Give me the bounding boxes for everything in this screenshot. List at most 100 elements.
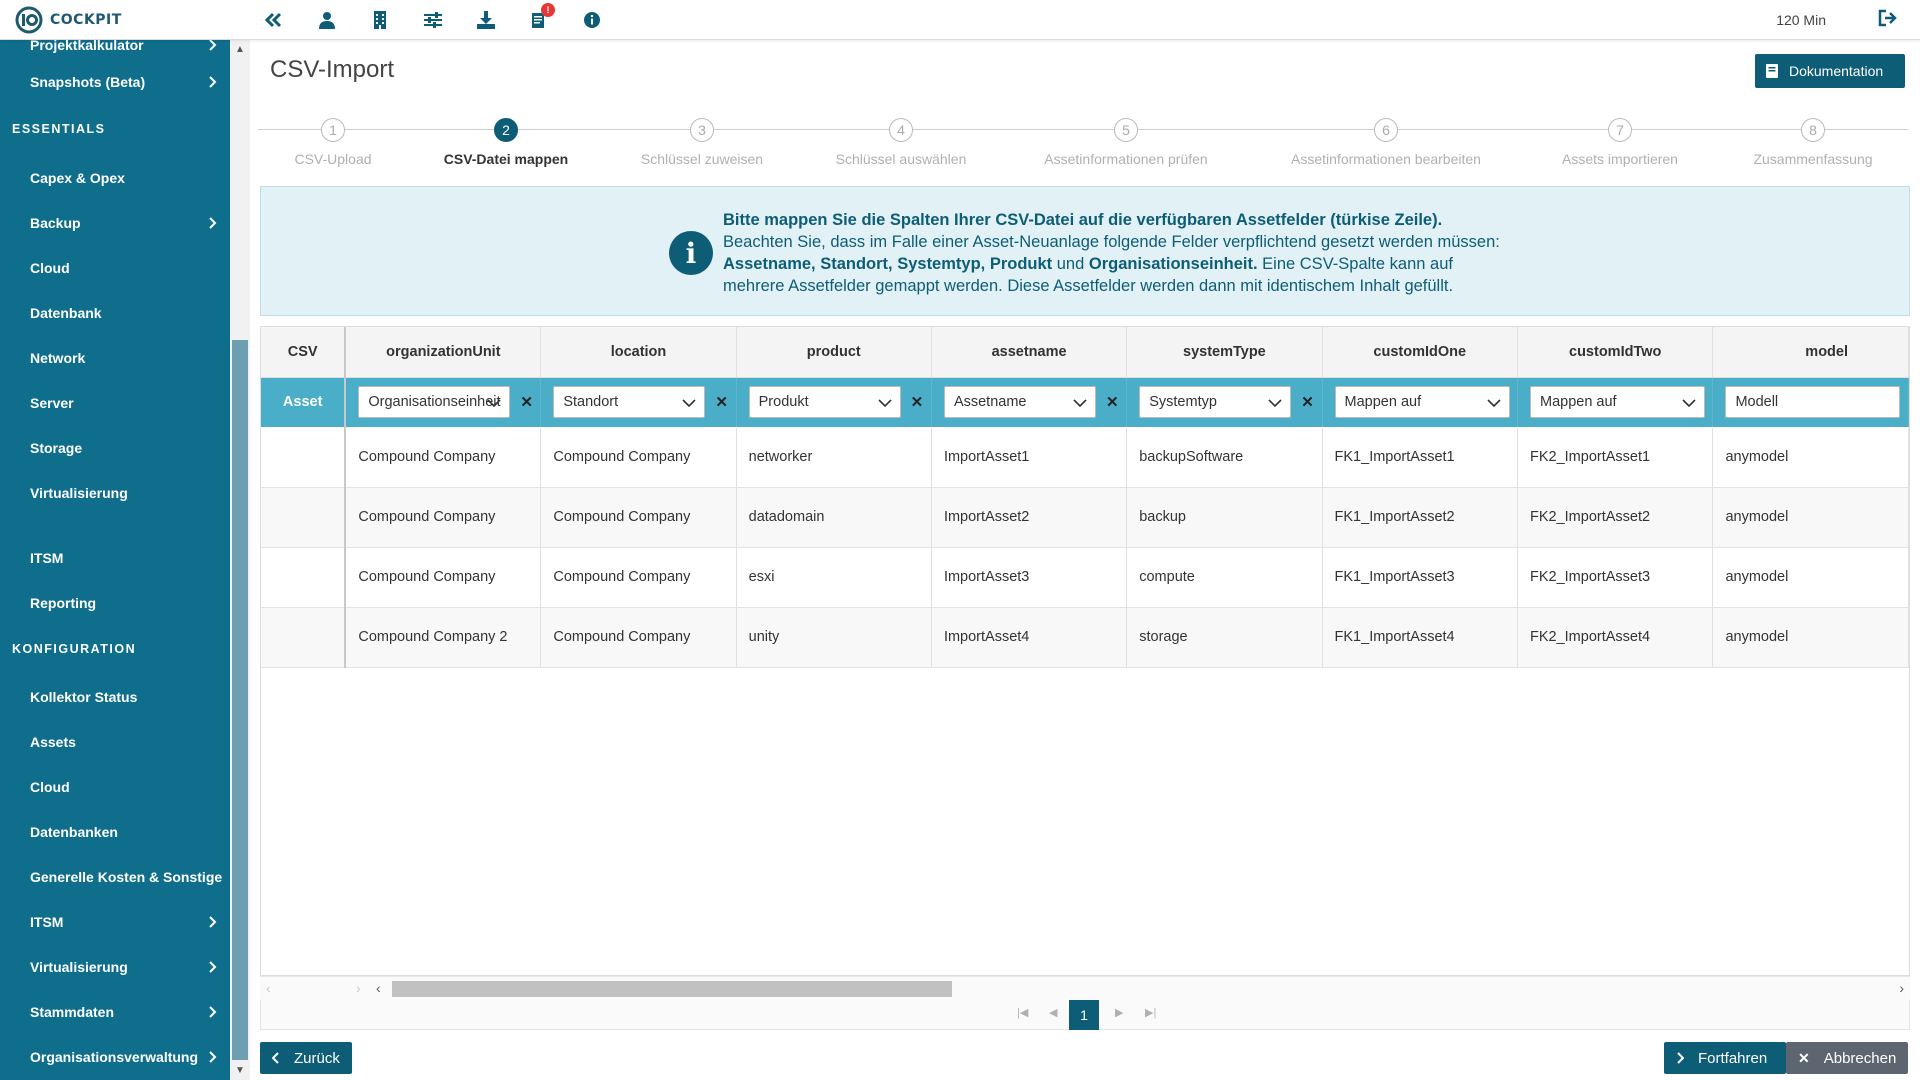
table-horizontal-scrollbar[interactable]: ‹ › ‹ › [260,976,1910,1000]
sidebar-item-assets[interactable]: Assets [0,727,230,757]
column-header[interactable]: systemType [1126,327,1323,378]
sidebar-item-generelle-kosten[interactable]: Generelle Kosten & Sonstige [0,862,230,892]
step-4[interactable]: 4 Schlüssel auswählen [791,118,1011,167]
table-cell: FK1_ImportAsset4 [1322,607,1518,668]
table-header-row: CSV organizationUnit location product as… [261,327,1909,378]
logo-text: COCKPIT [50,12,122,28]
sidebar-section-essentials: ESSENTIALS [12,122,106,136]
building-icon[interactable] [368,8,392,32]
sidebar-item-projektkalkulator[interactable]: Projektkalkulator [0,40,230,60]
info-line-4: mehrere Assetfelder gemappt werden. Dies… [723,277,1454,295]
mapping-select-model[interactable]: Modell [1725,386,1901,418]
column-header[interactable]: product [736,327,932,378]
info-icon[interactable] [580,8,604,32]
mapping-select-location[interactable]: Standort [553,386,706,418]
column-header[interactable]: location [540,327,737,378]
logout-icon[interactable] [1878,9,1898,32]
collapse-icon[interactable] [262,8,286,32]
sidebar-item-snapshots[interactable]: Snapshots (Beta) [0,67,230,97]
chevron-right-icon[interactable]: › [356,980,361,996]
mapping-select-systemtype[interactable]: Systemtyp [1139,386,1292,418]
chevron-right-icon [209,1006,217,1018]
scroll-right-icon[interactable]: › [1899,980,1904,996]
clear-mapping-icon[interactable]: ✕ [715,393,728,411]
sidebar-item-network[interactable]: Network [0,343,230,373]
sidebar-item-virtualisierung[interactable]: Virtualisierung [0,478,230,508]
prev-page-icon[interactable]: ◀ [1049,1006,1057,1019]
step-7[interactable]: 7 Assets importieren [1510,118,1730,167]
continue-button[interactable]: Fortfahren [1664,1042,1786,1074]
user-icon[interactable] [315,8,339,32]
mapping-select-product[interactable]: Produkt [748,386,901,418]
table-scrollbar-thumb[interactable] [392,981,952,997]
mapping-cell: Organisationseinheit ✕ [345,377,542,428]
table-cell: unity [736,607,932,668]
column-header[interactable]: customIdOne [1322,327,1518,378]
clear-mapping-icon[interactable]: ✕ [911,393,924,411]
column-header[interactable]: customIdTwo [1517,327,1714,378]
clear-mapping-icon[interactable]: ✕ [1301,393,1314,411]
clear-mapping-icon[interactable]: ✕ [520,393,533,411]
column-header[interactable]: assetname [931,327,1128,378]
sidebar-item-label: Datenbanken [30,824,118,840]
scroll-down-icon[interactable]: ▼ [235,1065,245,1076]
sidebar-item-stammdaten[interactable]: Stammdaten [0,997,230,1027]
sidebar-item-datenbank[interactable]: Datenbank [0,298,230,328]
sidebar-scrollbar[interactable]: ▲ ▼ [230,40,250,1080]
sidebar-item-storage[interactable]: Storage [0,433,230,463]
info-line-3: Assetname, Standort, Systemtyp, Produkt … [723,253,1500,275]
mapping-select-organizationunit[interactable]: Organisationseinheit [358,386,511,418]
table-cell: FK1_ImportAsset3 [1322,547,1518,608]
last-page-icon[interactable]: ▶| [1145,1006,1156,1019]
sidebar-item-server[interactable]: Server [0,388,230,418]
sidebar-item-cloud-config[interactable]: Cloud [0,772,230,802]
step-5[interactable]: 5 Assetinformationen prüfen [1016,118,1236,167]
documentation-button[interactable]: Dokumentation [1755,54,1905,88]
sidebar-item-cloud[interactable]: Cloud [0,253,230,283]
sidebar-item-label: Assets [30,734,76,750]
next-page-icon[interactable]: ▶ [1115,1006,1123,1019]
sidebar-scrollbar-thumb[interactable] [232,340,248,1060]
clear-mapping-icon[interactable]: ✕ [1106,393,1119,411]
column-header[interactable]: model [1712,327,1909,378]
mapping-cell: Mappen auf [1517,377,1714,428]
cancel-button[interactable]: ✕ Abbrechen [1786,1042,1908,1074]
sidebar-item-capex-opex[interactable]: Capex & Opex [0,163,230,193]
scroll-up-icon[interactable]: ▲ [235,44,245,55]
chevron-left-icon[interactable]: ‹ [266,980,271,996]
download-icon[interactable] [474,8,498,32]
table-cell: storage [1126,607,1323,668]
first-page-icon[interactable]: |◀ [1017,1006,1028,1019]
sidebar-item-backup[interactable]: Backup [0,208,230,238]
sidebar-item-organisationsverwaltung[interactable]: Organisationsverwaltung [0,1042,230,1072]
step-8[interactable]: 8 Zusammenfassung [1703,118,1920,167]
column-header[interactable]: organizationUnit [345,327,542,378]
sidebar-item-virtualisierung-config[interactable]: Virtualisierung [0,952,230,982]
table-cell: networker [736,427,932,488]
scroll-left-icon[interactable]: ‹ [376,980,381,996]
back-button[interactable]: Zurück [260,1042,352,1074]
sidebar-item-itsm-config[interactable]: ITSM [0,907,230,937]
step-2[interactable]: 2 CSV-Datei mappen [396,118,616,167]
mapping-select-value: Standort [563,394,619,410]
cancel-button-label: Abbrechen [1823,1049,1897,1067]
mapping-select-customidtwo[interactable]: Mappen auf [1529,386,1705,418]
page-number[interactable]: 1 [1069,1000,1099,1030]
table-cell: Compound Company [540,487,737,548]
step-3[interactable]: 3 Schlüssel zuweisen [592,118,812,167]
sidebar-item-datenbanken[interactable]: Datenbanken [0,817,230,847]
sidebar-item-reporting[interactable]: Reporting [0,588,230,618]
sidebar-item-itsm[interactable]: ITSM [0,543,230,573]
table-cell: Compound Company [345,427,542,488]
mapping-select-customidone[interactable]: Mappen auf [1334,386,1510,418]
logo[interactable]: COCKPIT [14,6,122,34]
mapping-select-assetname[interactable]: Assetname [943,386,1096,418]
table-row: Compound Company 2 Compound Company unit… [261,607,1909,668]
sliders-icon[interactable] [421,8,445,32]
notifications-icon[interactable]: ! [527,3,555,32]
table-cell: ImportAsset3 [931,547,1128,608]
step-6[interactable]: 6 Assetinformationen bearbeiten [1276,118,1496,167]
top-bar: COCKPIT ! 120 Min [0,0,1920,40]
mapping-cell: Assetname ✕ [931,377,1128,428]
sidebar-item-kollektor-status[interactable]: Kollektor Status [0,682,230,712]
